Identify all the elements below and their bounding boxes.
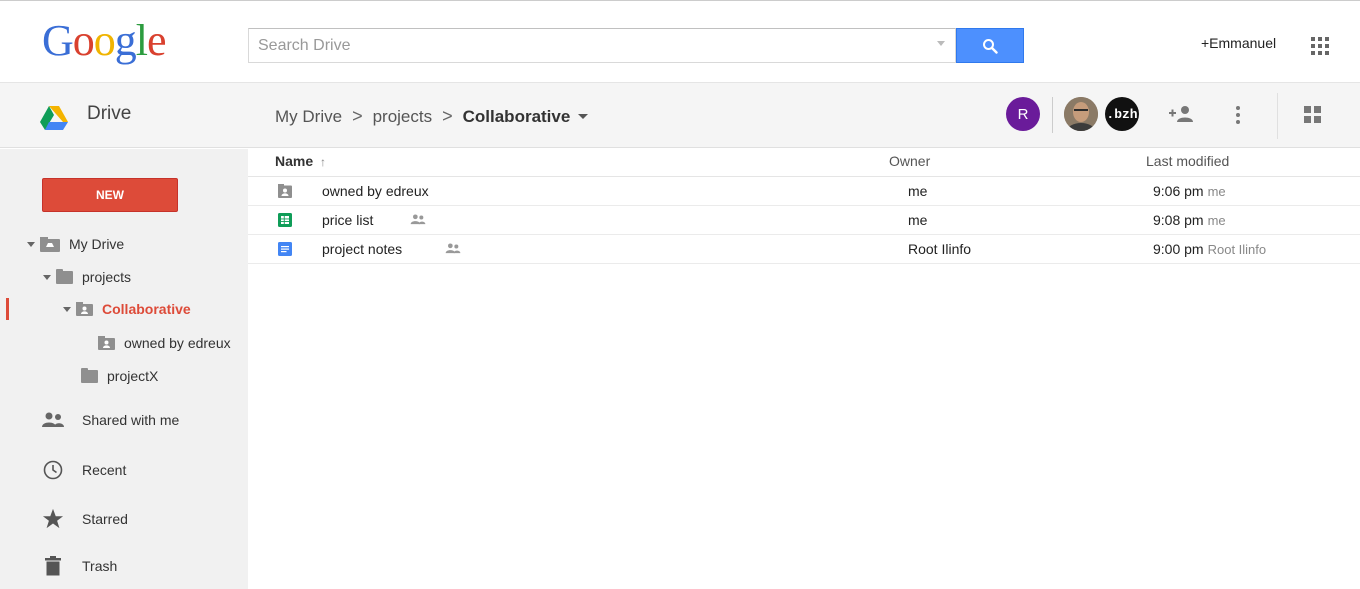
modified-time: 9:00 pm <box>1153 241 1204 257</box>
drive-logo-icon[interactable] <box>40 106 68 130</box>
user-profile-link[interactable]: +Emmanuel <box>1201 35 1276 51</box>
shared-folder-icon <box>278 184 292 198</box>
tree-item-owned-by-edreux[interactable]: owned by edreux <box>98 332 231 354</box>
add-person-icon[interactable] <box>1168 103 1194 125</box>
breadcrumb-collaborative[interactable]: Collaborative <box>463 107 571 127</box>
logo-letter: G <box>42 16 74 65</box>
toolbar: Drive My Drive > projects > Collaborativ… <box>0 82 1360 148</box>
folder-menu-dropdown-icon[interactable] <box>578 114 589 119</box>
document-icon <box>278 242 292 256</box>
search-input[interactable] <box>249 29 919 62</box>
file-name: price list <box>322 212 374 228</box>
column-header-last-modified[interactable]: Last modified <box>1146 153 1229 169</box>
logo-letter: g <box>114 16 137 65</box>
file-owner: me <box>908 212 928 228</box>
column-header-name[interactable]: Name ↑ <box>275 153 326 169</box>
person-photo-icon <box>1064 97 1098 131</box>
tree-item-label: My Drive <box>69 236 125 252</box>
apps-grid-icon[interactable] <box>1311 37 1329 55</box>
folder-icon <box>56 268 73 284</box>
my-drive-icon <box>40 236 60 252</box>
app-title[interactable]: Drive <box>87 103 131 125</box>
search-options-dropdown-icon[interactable] <box>937 41 945 46</box>
shared-folder-icon <box>98 336 115 350</box>
tree-item-label: Collaborative <box>102 301 191 317</box>
divider <box>1277 93 1278 139</box>
nav-recent[interactable]: Recent <box>38 460 126 480</box>
shared-folder-icon <box>76 302 93 316</box>
modified-by: me <box>1207 184 1226 199</box>
clock-icon <box>38 460 68 480</box>
file-row[interactable]: price list me 9:08 pm me <box>248 206 1360 235</box>
file-owner: me <box>908 183 928 199</box>
modified-time: 9:06 pm <box>1153 183 1204 199</box>
expand-arrow-icon[interactable] <box>63 306 71 312</box>
expand-arrow-icon[interactable] <box>27 241 35 247</box>
breadcrumb-my-drive[interactable]: My Drive <box>275 107 342 127</box>
nav-label: Starred <box>82 510 128 527</box>
tree-item-projectx[interactable]: projectX <box>81 365 158 387</box>
chevron-right-icon: > <box>352 106 363 126</box>
logo-letter: o <box>93 16 116 65</box>
tree-item-my-drive[interactable]: My Drive <box>27 233 124 255</box>
file-owner: Root Ilinfo <box>908 241 972 257</box>
file-modified: 9:06 pm me <box>1153 183 1226 199</box>
folder-icon <box>81 367 98 383</box>
nav-trash[interactable]: Trash <box>38 556 117 576</box>
tree-item-collaborative[interactable]: Collaborative <box>63 298 191 320</box>
sort-arrow-icon[interactable]: ↑ <box>320 155 326 169</box>
header: Google +Emmanuel <box>0 1 1360 81</box>
more-vert-icon[interactable] <box>1232 103 1244 127</box>
file-row[interactable]: owned by edreux me 9:06 pm me <box>248 177 1360 206</box>
expand-arrow-icon[interactable] <box>43 274 51 280</box>
star-icon <box>38 508 68 529</box>
collaborator-avatar-bzh[interactable]: .bzh <box>1105 97 1139 131</box>
nav-starred[interactable]: Starred <box>38 508 128 529</box>
chevron-right-icon: > <box>442 106 453 126</box>
nav-label: Trash <box>82 558 118 574</box>
sidebar: NEW My Drive projects Collaborative owne… <box>0 149 248 589</box>
list-header: Name ↑ Owner Last modified <box>248 149 1360 177</box>
nav-shared-with-me[interactable]: Shared with me <box>38 412 179 428</box>
logo-letter: o <box>72 16 95 65</box>
nav-label: Shared with me <box>82 412 180 428</box>
tree-item-label: projectX <box>107 368 159 384</box>
tree-item-label: owned by edreux <box>124 335 231 351</box>
column-header-owner[interactable]: Owner <box>889 153 930 169</box>
breadcrumb-projects[interactable]: projects <box>373 107 433 127</box>
grid-view-icon[interactable] <box>1303 105 1323 125</box>
search-button[interactable] <box>956 28 1024 63</box>
logo-letter: l <box>135 16 148 65</box>
search-icon <box>983 38 998 54</box>
column-label: Name <box>275 153 314 169</box>
file-modified: 9:00 pm Root Ilinfo <box>1153 241 1266 257</box>
search-box <box>248 28 956 63</box>
modified-by: me <box>1207 213 1226 228</box>
file-row[interactable]: project notes Root Ilinfo 9:00 pm Root Il… <box>248 235 1360 264</box>
logo-letter: e <box>147 16 167 65</box>
modified-by: Root Ilinfo <box>1207 242 1267 257</box>
modified-time: 9:08 pm <box>1153 212 1204 228</box>
collaborator-avatar-photo[interactable] <box>1064 97 1098 131</box>
file-modified: 9:08 pm me <box>1153 212 1226 228</box>
shared-people-icon <box>445 243 461 254</box>
file-name: owned by edreux <box>322 183 429 199</box>
spreadsheet-icon <box>278 213 292 227</box>
breadcrumb: My Drive > projects > Collaborative <box>275 106 589 127</box>
divider <box>1052 97 1053 133</box>
google-logo[interactable]: Google <box>42 16 167 65</box>
new-button[interactable]: NEW <box>42 178 178 212</box>
file-name: project notes <box>322 241 403 257</box>
collaborator-avatar-r[interactable]: R <box>1006 97 1040 131</box>
tree-item-projects[interactable]: projects <box>43 266 131 288</box>
trash-icon <box>38 556 68 576</box>
nav-label: Recent <box>82 462 127 478</box>
tree-item-label: projects <box>82 269 132 285</box>
shared-people-icon <box>410 214 426 225</box>
file-list: Name ↑ Owner Last modified owned by edre… <box>248 149 1360 264</box>
people-icon <box>38 412 68 428</box>
selected-indicator <box>6 298 9 320</box>
